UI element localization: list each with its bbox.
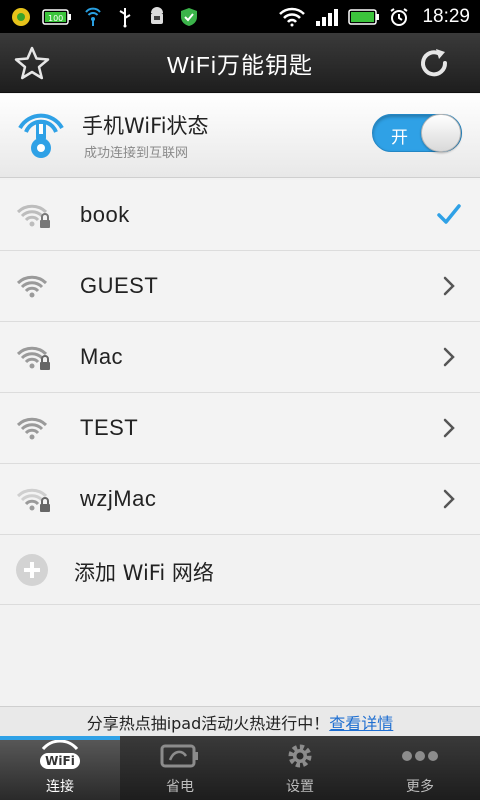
network-ssid: book [80,202,130,227]
star-icon [14,46,50,80]
battery-icon [348,7,380,27]
tab-more[interactable]: 更多 [360,736,480,800]
wifi-locked-icon [16,204,50,228]
network-ssid: GUEST [80,273,159,298]
status-bar: 100 18:29 [0,0,480,33]
connected-check-icon [437,204,461,224]
more-dots-icon [400,738,440,774]
svg-text:100: 100 [48,14,63,23]
network-row-guest[interactable]: GUEST [0,251,480,322]
favorite-button[interactable] [12,45,52,81]
network-ssid: wzjMac [80,486,157,511]
chevron-right-icon [443,489,455,509]
tab-label: 设置 [286,779,314,795]
bottom-nav: WiFi 连接 省电 设置 更多 [0,736,480,800]
page-title: WiFi万能钥匙 [167,51,313,78]
network-row-wzjmac[interactable]: wzjMac [0,464,480,535]
network-list: book GUEST Mac TEST wzjMac 添加 WiFi 网络 [0,180,480,605]
add-plus-icon [16,554,48,586]
wifi-locked-weak-icon [16,488,50,512]
battery-save-icon [160,738,200,774]
alarm-icon [388,7,410,27]
android-debug-icon [146,6,168,27]
add-network-label: 添加 WiFi 网络 [74,561,214,585]
chevron-right-icon [443,347,455,367]
wifi-status-heading: 手机WiFi状态 [82,114,209,138]
network-row-book[interactable]: book [0,180,480,251]
tab-label: 省电 [166,779,194,795]
svg-text:WiFi: WiFi [45,754,75,768]
usb-icon [114,7,136,27]
refresh-icon [421,49,448,77]
status-bar-left: 100 [10,6,200,27]
wifi-toggle-knob [421,114,461,152]
refresh-button[interactable] [414,45,454,81]
tab-connect[interactable]: WiFi 连接 [0,736,120,800]
wifi-toggle-label: 开 [391,128,408,148]
gear-icon [284,738,316,774]
battery-full-icon: 100 [42,7,72,27]
app-root: 100 18:29 WiFi万能钥匙 手机WiFi状态 成功连接到互联网 开 b… [0,0,480,800]
tab-label: 连接 [46,779,74,795]
wifi-open-icon [16,275,48,298]
network-ssid: Mac [80,344,124,369]
wifi-status-subtitle: 成功连接到互联网 [84,146,189,161]
add-network-row[interactable]: 添加 WiFi 网络 [0,535,480,605]
title-bar: WiFi万能钥匙 [0,33,480,93]
chevron-right-icon [443,418,455,438]
network-row-test[interactable]: TEST [0,393,480,464]
wifi-open-icon [16,417,48,440]
wifi-toggle[interactable]: 开 [372,114,462,152]
cell-signal-icon [314,7,340,27]
tab-label: 更多 [406,779,434,795]
status-time: 18:29 [422,5,470,27]
wifi-locked-icon [16,346,50,370]
network-row-mac[interactable]: Mac [0,322,480,393]
wifi-status-panel: 手机WiFi状态 成功连接到互联网 开 [0,94,480,178]
wifi-badge-icon: WiFi [35,738,85,774]
promo-banner: 分享热点抽ipad活动火热进行中！ 查看详情 [0,706,480,736]
app-notification-icon [10,7,32,27]
wifi-signal-icon [278,7,306,27]
security-shield-icon [178,7,200,27]
network-ssid: TEST [80,415,139,440]
promo-text: 分享热点抽ipad活动火热进行中！ [86,713,330,733]
status-bar-right: 18:29 [278,6,470,28]
tab-power-save[interactable]: 省电 [120,736,240,800]
tab-settings[interactable]: 设置 [240,736,360,800]
active-tab-indicator [0,736,120,740]
promo-details-link[interactable]: 查看详情 [329,710,393,734]
wifi-tether-icon [82,7,104,27]
wifi-key-logo-icon [12,106,70,164]
chevron-right-icon [443,276,455,296]
